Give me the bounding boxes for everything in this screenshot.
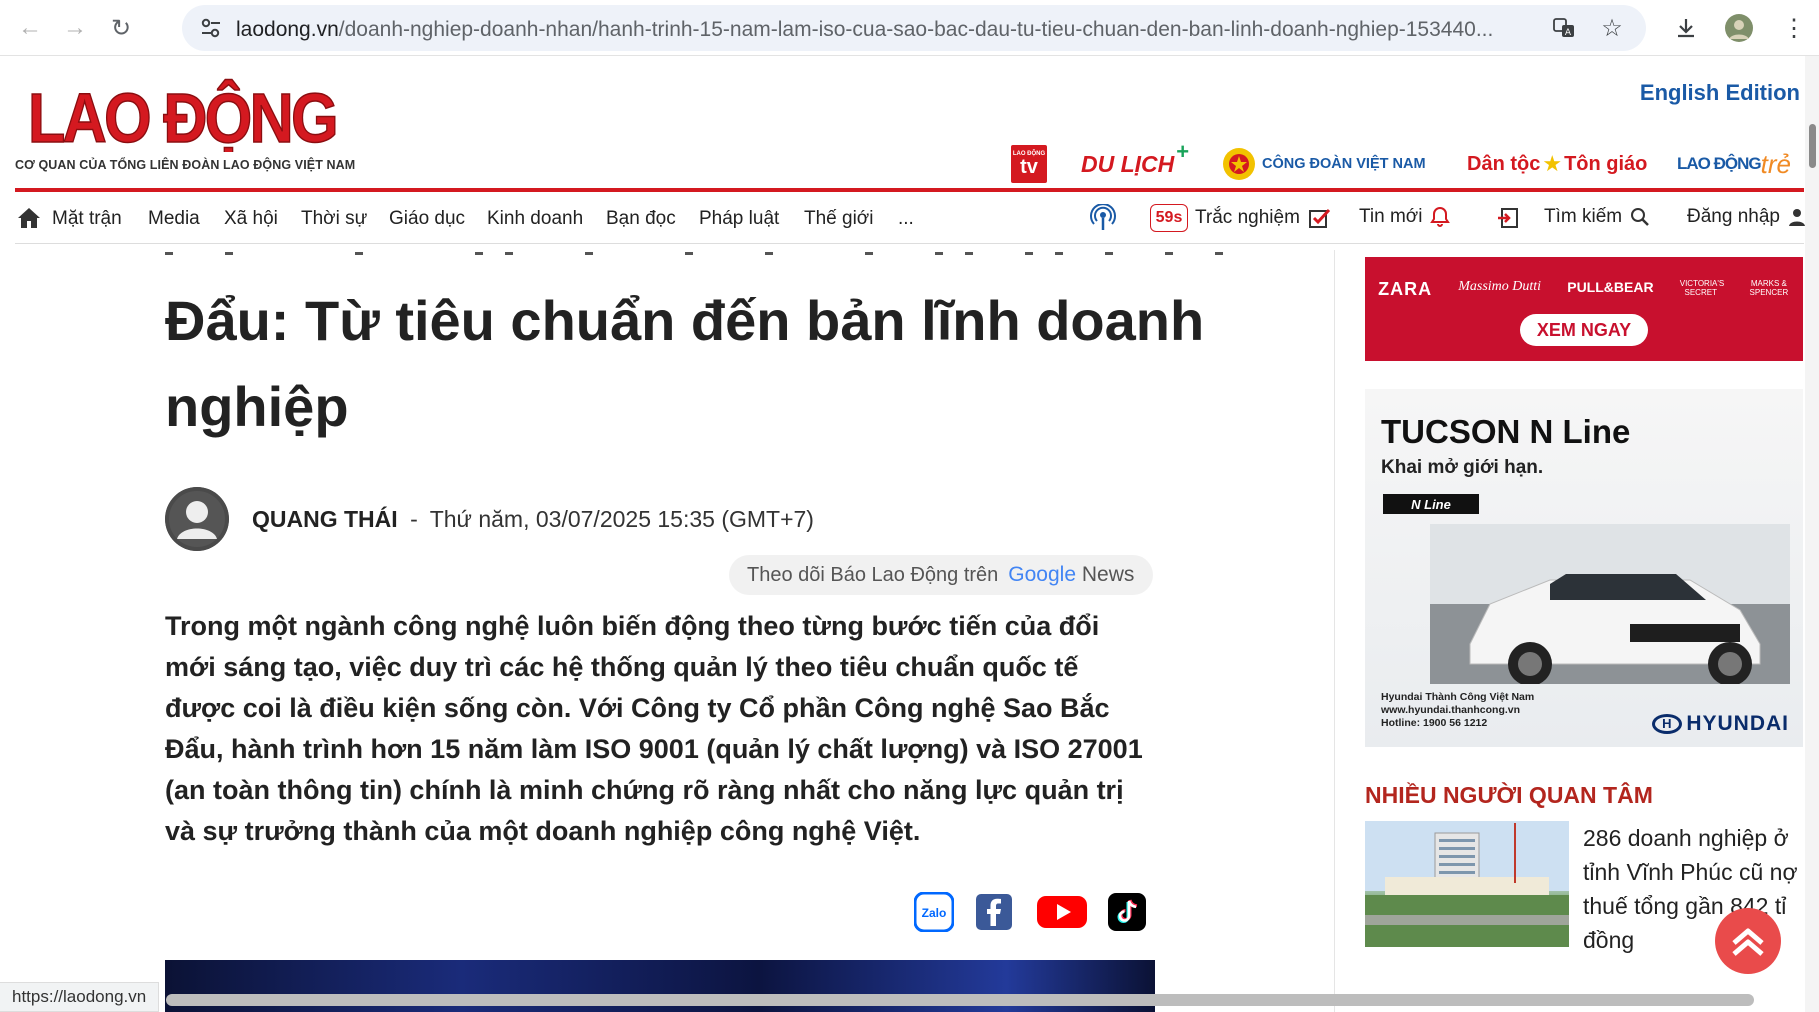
google-news-logo: Google News <box>1008 563 1135 586</box>
partner-dulich[interactable]: DU LỊCH + <box>1081 139 1189 183</box>
svg-text:LAO ĐỘNG: LAO ĐỘNG <box>28 78 336 152</box>
youtube-icon[interactable] <box>1036 892 1088 932</box>
vertical-scrollbar[interactable] <box>1805 56 1819 1012</box>
author-name[interactable]: QUANG THÁI <box>252 506 398 532</box>
article-title: Đẩu: Từ tiêu chuẩn đến bản lĩnh doanh ng… <box>165 289 1205 438</box>
menu-kebab-icon[interactable]: ⋮ <box>1776 10 1812 46</box>
bell-icon <box>1430 206 1451 227</box>
menu-item-phap-luat[interactable]: Pháp luật <box>699 208 779 230</box>
menu-item-ban-doc[interactable]: Bạn đọc <box>606 208 676 230</box>
login-link[interactable]: Đăng nhập <box>1687 206 1806 228</box>
menu-item-the-gioi[interactable]: Thế giới <box>804 208 874 230</box>
download-icon[interactable] <box>1668 10 1704 46</box>
menu-item-thoi-su[interactable]: Thời sự <box>301 208 367 230</box>
url-text: laodong.vn/doanh-nghiep-doanh-nhan/hanh-… <box>236 18 1494 41</box>
author-avatar[interactable] <box>165 487 229 551</box>
hyundai-logo: H HYUNDAI <box>1652 712 1789 736</box>
scroll-to-top-button[interactable] <box>1715 908 1781 974</box>
reload-icon[interactable]: ↻ <box>103 10 139 46</box>
status-bar-url: https://laodong.vn <box>0 982 160 1012</box>
tiktok-icon[interactable] <box>1107 892 1147 932</box>
publish-date: Thứ năm, 03/07/2025 15:35 (GMT+7) <box>429 506 814 532</box>
svg-text:A: A <box>1565 28 1572 38</box>
ad-headline: TUCSON N Line <box>1381 413 1631 450</box>
english-edition-link[interactable]: English Edition <box>1640 80 1800 106</box>
ad-cta-button[interactable]: XEM NGAY <box>1520 314 1648 346</box>
address-bar[interactable]: laodong.vn/doanh-nghiep-doanh-nhan/hanh-… <box>182 5 1646 51</box>
site-logo[interactable]: LAO ĐỘNG <box>27 77 340 158</box>
chevron-up-icon <box>1732 928 1764 956</box>
latest-news-link[interactable]: Tin mới <box>1359 206 1451 228</box>
checkbox-check-icon <box>1308 208 1330 228</box>
vertical-scrollbar-thumb[interactable] <box>1809 124 1816 168</box>
facebook-share-icon[interactable] <box>974 892 1014 932</box>
bookmark-star-icon[interactable]: ☆ <box>1598 14 1626 42</box>
user-icon <box>1788 209 1805 226</box>
svg-text:Zalo: Zalo <box>922 906 947 920</box>
menu-item-kinh-doanh[interactable]: Kinh doanh <box>487 208 583 230</box>
menu-item-mat-tran[interactable]: Mặt trận <box>52 208 122 230</box>
most-read-thumbnail[interactable] <box>1365 821 1569 947</box>
sidebar-divider <box>1334 250 1335 1012</box>
translate-icon[interactable]: A <box>1550 14 1578 42</box>
menu-item-giao-duc[interactable]: Giáo dục <box>389 208 465 230</box>
follow-google-news-button[interactable]: Theo dõi Báo Lao Động trên Google News <box>729 555 1153 595</box>
ad-tagline: Khai mở giới hạn. <box>1381 457 1544 478</box>
partner-laodong-tv[interactable]: LAO ĐỘNG tv <box>1011 145 1047 183</box>
horizontal-scrollbar[interactable] <box>166 994 1754 1006</box>
car-image <box>1430 524 1790 684</box>
browser-toolbar: ← → ↻ laodong.vn/doanh-nghiep-doanh-nhan… <box>0 0 1819 56</box>
menu-item-more[interactable]: ... <box>898 208 914 230</box>
logo-subtitle: CƠ QUAN CỦA TỔNG LIÊN ĐOÀN LAO ĐỘNG VIỆT… <box>15 158 356 172</box>
back-icon[interactable]: ← <box>12 10 48 46</box>
ad-dealer-info: Hyundai Thành Công Việt Nam www.hyundai.… <box>1381 691 1535 729</box>
header-divider <box>15 188 1804 192</box>
main-menu: Mặt trận Media Xã hội Thời sự Giáo dục K… <box>15 196 1806 244</box>
partner-laodong-tre[interactable]: LAO ĐỘNG trẻ <box>1677 145 1791 183</box>
zalo-share-icon[interactable]: Zalo <box>913 891 955 933</box>
podcast-icon[interactable] <box>1089 204 1117 232</box>
menu-item-media[interactable]: Media <box>148 208 200 230</box>
search-link[interactable]: Tìm kiếm <box>1544 206 1650 228</box>
badge-59s[interactable]: 59s <box>1150 204 1188 232</box>
fashion-ad-banner[interactable]: ZARA Massimo Dutti PULL&BEAR VICTORIA'S … <box>1365 257 1803 361</box>
hyundai-ad-banner[interactable]: TUCSON N Line Khai mở giới hạn. N Line H… <box>1365 389 1803 747</box>
login-arrow-icon[interactable] <box>1496 206 1520 230</box>
article-summary: Trong một ngành công nghệ luôn biến động… <box>165 611 1143 846</box>
congdoan-emblem-icon <box>1223 148 1255 180</box>
menu-item-xa-hoi[interactable]: Xã hội <box>224 208 278 230</box>
profile-avatar[interactable] <box>1721 10 1757 46</box>
byline: QUANG THÁI - Thứ năm, 03/07/2025 15:35 (… <box>252 506 814 532</box>
ad-brand-list: ZARA Massimo Dutti PULL&BEAR VICTORIA'S … <box>1378 279 1789 299</box>
quiz-link[interactable]: Trắc nghiệm <box>1195 206 1332 230</box>
partner-congdoan[interactable]: CÔNG ĐOÀN VIỆT NAM <box>1222 145 1426 183</box>
nline-badge: N Line <box>1383 494 1479 514</box>
partner-dantoc-tongiao[interactable]: Dân tộc ★ Tôn giáo <box>1467 145 1647 183</box>
cut-off-title-line <box>165 252 1223 255</box>
search-icon <box>1631 208 1649 226</box>
home-icon[interactable] <box>15 204 43 232</box>
forward-icon[interactable]: → <box>57 10 93 46</box>
site-info-icon[interactable] <box>198 15 224 41</box>
most-read-heading: NHIỀU NGƯỜI QUAN TÂM <box>1365 782 1653 808</box>
